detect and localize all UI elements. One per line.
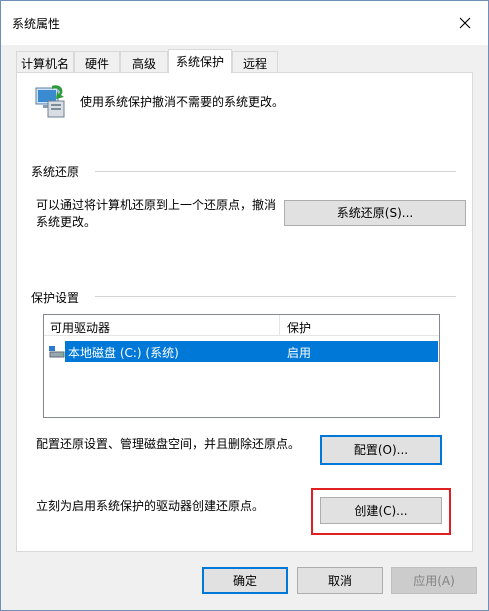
drive-protection-status: 启用 bbox=[287, 346, 312, 360]
column-separator bbox=[279, 315, 280, 336]
drive-name: 本地磁盘 (C:) (系统) bbox=[68, 346, 179, 360]
system-protection-icon bbox=[35, 85, 65, 118]
tab-computer-name[interactable]: 计算机名 bbox=[16, 51, 74, 72]
system-protection-panel: 使用系统保护撤消不需要的系统更改。 系统还原 可以通过将计算机还原到上一个还原点… bbox=[16, 72, 473, 552]
system-restore-button[interactable]: 系统还原(S)... bbox=[284, 200, 466, 226]
intro-text: 使用系统保护撤消不需要的系统更改。 bbox=[80, 95, 285, 109]
tab-hardware[interactable]: 硬件 bbox=[74, 51, 120, 72]
configure-description: 配置还原设置、管理磁盘空间，并且删除还原点。 bbox=[36, 437, 301, 451]
system-restore-group-title: 系统还原 bbox=[31, 163, 86, 180]
drive-list-header: 可用驱动器 保护 bbox=[44, 315, 439, 336]
drive-row-c[interactable]: 本地磁盘 (C:) (系统) 启用 bbox=[45, 341, 438, 362]
create-button[interactable]: 创建(C)... bbox=[320, 497, 442, 524]
cancel-button[interactable]: 取消 bbox=[297, 567, 383, 594]
protection-settings-group-title: 保护设置 bbox=[31, 289, 86, 306]
protection-settings-divider bbox=[95, 296, 456, 297]
tab-advanced[interactable]: 高级 bbox=[120, 51, 168, 72]
close-button[interactable] bbox=[442, 1, 488, 45]
apply-button[interactable]: 应用(A) bbox=[391, 567, 477, 594]
column-available-drives[interactable]: 可用驱动器 bbox=[50, 319, 110, 336]
title-bar: 系统属性 bbox=[1, 1, 488, 45]
system-properties-window: 系统属性 计算机名 硬件 高级 系统保护 远程 使用系统保护撤消不需要的系统更改… bbox=[0, 0, 489, 611]
configure-button[interactable]: 配置(O)... bbox=[320, 435, 442, 465]
local-disk-icon bbox=[49, 346, 65, 358]
drive-list[interactable]: 可用驱动器 保护 本地磁盘 (C:) (系统) 启用 bbox=[43, 314, 440, 418]
window-title: 系统属性 bbox=[12, 17, 61, 31]
column-protection[interactable]: 保护 bbox=[287, 319, 311, 336]
create-description: 立刻为启用系统保护的驱动器创建还原点。 bbox=[36, 499, 265, 513]
close-icon bbox=[459, 17, 471, 29]
system-restore-divider bbox=[95, 171, 456, 172]
tab-system-protection[interactable]: 系统保护 bbox=[168, 49, 232, 73]
ok-button[interactable]: 确定 bbox=[202, 567, 288, 594]
tab-remote[interactable]: 远程 bbox=[232, 51, 278, 72]
system-restore-description: 可以通过将计算机还原到上一个还原点，撤消 系统更改。 bbox=[36, 198, 277, 229]
